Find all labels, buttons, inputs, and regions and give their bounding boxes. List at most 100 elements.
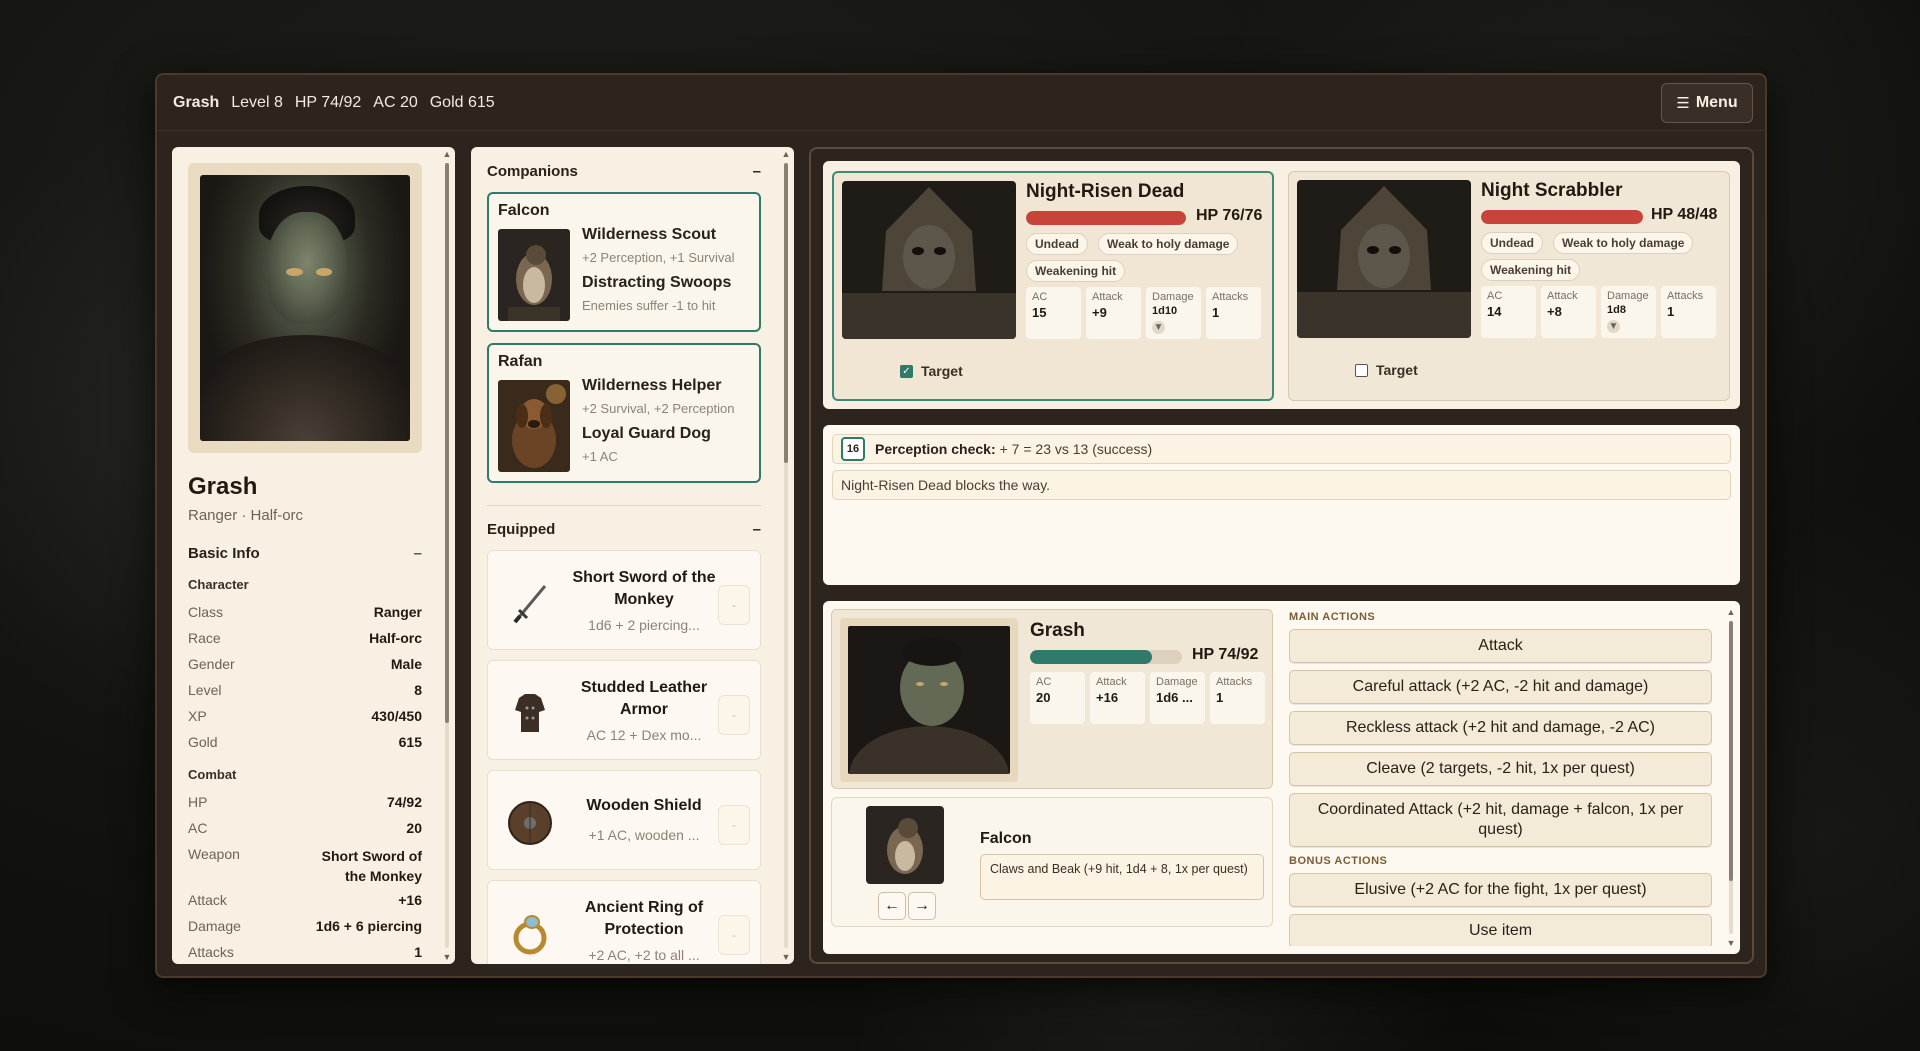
player-panel: Grash HP 74/92 AC 20 Attack +16 Damage 1d6 … <box>823 601 1740 954</box>
expand-icon: ▼ <box>1152 321 1165 334</box>
equip-desc: AC 12 + Dex mo... <box>586 727 702 743</box>
checkbox-unchecked-icon[interactable] <box>1355 363 1368 377</box>
mid-scrollbar[interactable]: ▲ ▼ <box>781 149 791 962</box>
log-entry: 16 Perception check: + 7 = 23 vs 13 (suc… <box>832 434 1731 464</box>
log-entry: Night-Risen Dead blocks the way. <box>832 470 1731 500</box>
companion-attack-button[interactable]: Claws and Beak (+9 hit, 1d4 + 8, 1x per … <box>980 854 1264 900</box>
stat-attacks: Attacks 1 <box>1206 287 1261 339</box>
actions-list: MAIN ACTIONS Attack Careful attack (+2 A… <box>1289 609 1712 946</box>
undead-portrait <box>1297 180 1471 338</box>
companion-trait-desc: Enemies suffer -1 to hit <box>582 298 716 313</box>
unequip-button[interactable]: - <box>718 915 750 955</box>
collapse-icon[interactable]: – <box>753 163 761 180</box>
enemy-name: Night Scrabbler <box>1481 180 1623 201</box>
menu-label: Menu <box>1695 94 1738 111</box>
unequip-button[interactable]: - <box>718 695 750 735</box>
stat-attack: Attack +9 <box>1086 287 1141 339</box>
companions-header[interactable]: Companions – <box>487 163 761 180</box>
character-portrait <box>200 175 410 441</box>
collapse-icon[interactable]: – <box>753 521 761 538</box>
enemy-tag: Weak to holy damage <box>1553 232 1694 254</box>
stat-ac: AC 20 <box>1030 672 1085 724</box>
enemy-hp-text: HP 76/76 <box>1196 207 1263 224</box>
enemy-card[interactable]: Night Scrabbler HP 48/48 Undead Weak to … <box>1288 171 1730 401</box>
unequip-button[interactable]: - <box>718 585 750 625</box>
companion-trait: Wilderness Helper <box>582 377 722 394</box>
shield-icon <box>500 793 560 853</box>
companion-card-falcon[interactable]: Falcon Wilderness Scout +2 Perception, +… <box>487 192 761 332</box>
character-subtitle: Ranger · Half-orc <box>188 507 304 524</box>
enemy-card[interactable]: Night-Risen Dead HP 76/76 Undead Weak to… <box>832 171 1274 401</box>
equip-item-shield[interactable]: Wooden Shield +1 AC, wooden ... - <box>487 770 761 870</box>
player-card: Grash HP 74/92 AC 20 Attack +16 Damage 1d6 … <box>831 609 1273 789</box>
field-class: Class Ranger <box>188 604 422 620</box>
action-attack-button[interactable]: Attack <box>1289 629 1712 663</box>
player-portrait <box>848 626 1010 774</box>
falcon-portrait <box>498 229 570 321</box>
scroll-down-icon: ▼ <box>1726 938 1736 948</box>
equip-desc: +2 AC, +2 to all ... <box>588 947 700 963</box>
player-hp-bar <box>1030 650 1182 664</box>
field-level: Level 8 <box>188 682 422 698</box>
topbar-level: Level 8 <box>231 93 283 111</box>
field-xp: XP 430/450 <box>188 708 422 724</box>
companion-card-rafan[interactable]: Rafan Wilderness Helper +2 Survival, +2 … <box>487 343 761 483</box>
undead-portrait <box>842 181 1016 339</box>
menu-button[interactable]: ☰ Menu <box>1661 83 1753 123</box>
companion-name: Rafan <box>498 353 543 370</box>
equipped-header[interactable]: Equipped – <box>487 521 761 538</box>
next-companion-button[interactable]: → <box>908 892 936 920</box>
sword-icon <box>500 573 560 633</box>
stat-damage[interactable]: Damage 1d8 ▼ <box>1601 286 1656 338</box>
companion-name: Falcon <box>498 202 550 219</box>
topbar-gold: Gold 615 <box>429 93 495 111</box>
target-checkbox[interactable]: ✓ Target <box>900 363 963 379</box>
equip-name: Short Sword of the Monkey <box>572 569 716 608</box>
stat-attack: Attack +16 <box>1090 672 1145 724</box>
prev-companion-button[interactable]: ← <box>878 892 906 920</box>
field-hp: HP 74/92 <box>188 794 422 810</box>
stat-damage[interactable]: Damage 1d10 ▼ <box>1146 287 1201 339</box>
companion-trait-desc: +1 AC <box>582 449 618 464</box>
scroll-up-icon: ▲ <box>1726 607 1736 617</box>
hamburger-icon: ☰ <box>1676 95 1690 112</box>
collapse-icon[interactable]: – <box>414 545 422 562</box>
equip-item-sword[interactable]: Short Sword of the Monkey 1d6 + 2 pierci… <box>487 550 761 650</box>
action-reckless-attack-button[interactable]: Reckless attack (+2 hit and damage, -2 A… <box>1289 711 1712 745</box>
character-portrait-frame <box>188 163 422 453</box>
stat-damage: Damage 1d6 ... <box>1150 672 1205 724</box>
target-checkbox[interactable]: Target <box>1355 362 1418 378</box>
equip-item-armor[interactable]: Studded Leather Armor AC 12 + Dex mo... … <box>487 660 761 760</box>
topbar-hp: HP 74/92 <box>294 93 362 111</box>
dog-portrait <box>498 380 570 472</box>
action-use-item-button[interactable]: Use item <box>1289 914 1712 946</box>
actions-scrollbar[interactable]: ▲ ▼ <box>1726 607 1736 948</box>
basic-info-header[interactable]: Basic Info – <box>188 545 422 562</box>
character-scrollbar[interactable]: ▲ ▼ <box>442 149 452 962</box>
enemy-hp-text: HP 48/48 <box>1651 206 1718 223</box>
falcon-portrait <box>866 806 944 884</box>
scroll-down-icon: ▼ <box>781 952 791 962</box>
unequip-button[interactable]: - <box>718 805 750 845</box>
enemy-hp-fill <box>1481 210 1643 224</box>
encounter-area: Night-Risen Dead HP 76/76 Undead Weak to… <box>809 147 1754 964</box>
equip-item-ring[interactable]: Ancient Ring of Protection +2 AC, +2 to … <box>487 880 761 964</box>
enemy-tag: Undead <box>1026 233 1089 255</box>
player-portrait-frame <box>840 618 1018 782</box>
action-cleave-button[interactable]: Cleave (2 targets, -2 hit, 1x per quest) <box>1289 752 1712 786</box>
expand-icon: ▼ <box>1607 320 1620 333</box>
d20-die-icon: 16 <box>841 437 865 461</box>
companion-trait-desc: +2 Perception, +1 Survival <box>582 250 735 265</box>
action-elusive-button[interactable]: Elusive (+2 AC for the fight, 1x per que… <box>1289 873 1712 907</box>
event-log: 16 Perception check: + 7 = 23 vs 13 (suc… <box>823 425 1740 585</box>
bonus-actions-header: BONUS ACTIONS <box>1289 855 1388 867</box>
action-careful-attack-button[interactable]: Careful attack (+2 AC, -2 hit and damage… <box>1289 670 1712 704</box>
stat-attacks: Attacks 1 <box>1661 286 1716 338</box>
checkbox-checked-icon[interactable]: ✓ <box>900 364 913 378</box>
equip-name: Studded Leather Armor <box>580 679 708 718</box>
enemy-tag: Weak to holy damage <box>1098 233 1239 255</box>
stat-ac: AC 14 <box>1481 286 1536 338</box>
topbar-name: Grash <box>173 93 220 111</box>
action-coordinated-attack-button[interactable]: Coordinated Attack (+2 hit, damage + fal… <box>1289 793 1712 847</box>
stat-attack: Attack +8 <box>1541 286 1596 338</box>
